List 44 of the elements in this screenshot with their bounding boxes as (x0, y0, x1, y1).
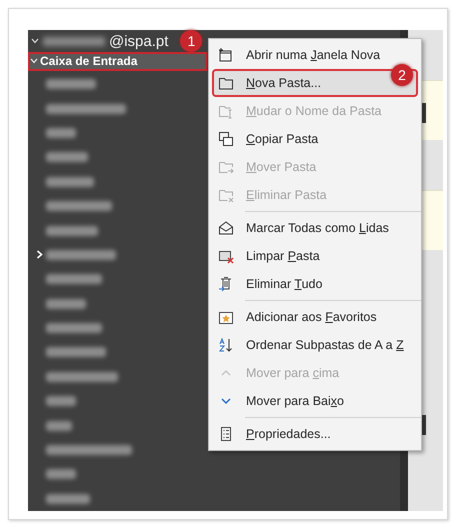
menu-item[interactable]: Adicionar aos Favoritos (212, 303, 418, 331)
new-window-icon (218, 47, 234, 63)
step-badge: 1 (180, 30, 202, 52)
delete-folder-icon (218, 187, 234, 203)
delete-all-icon (218, 276, 234, 292)
blurred-folder-name[interactable] (46, 396, 76, 406)
open-envelope-icon (218, 220, 234, 236)
menu-item[interactable]: Propriedades... (212, 420, 418, 448)
blurred-folder-name[interactable] (46, 372, 118, 382)
menu-item[interactable]: Limpar Pasta (212, 242, 418, 270)
menu-item[interactable]: Eliminar Tudo (212, 270, 418, 298)
blurred-folder-name[interactable] (46, 494, 90, 504)
chevron-down-icon[interactable] (31, 38, 39, 44)
menu-item[interactable]: Copiar Pasta (212, 125, 418, 153)
blurred-folder-name[interactable] (46, 176, 94, 187)
chevron-down-icon[interactable] (30, 58, 38, 64)
blurred-folder-name[interactable] (46, 79, 96, 90)
blurred-folder-name[interactable] (46, 128, 76, 138)
blurred-folder-name[interactable] (46, 323, 102, 334)
blurred-folder-name[interactable] (46, 445, 132, 456)
blurred-folder-name[interactable] (46, 201, 112, 212)
copy-folder-icon (218, 131, 234, 147)
blurred-folder-name[interactable] (46, 274, 102, 284)
properties-icon (218, 426, 234, 442)
blurred-folder-name[interactable] (46, 104, 126, 114)
blurred-folder-name[interactable] (46, 152, 88, 162)
blurred-folder-name[interactable] (46, 469, 76, 480)
rename-folder-icon (218, 103, 234, 119)
blurred-folder-name[interactable] (46, 420, 72, 431)
blurred-folder-name[interactable] (46, 226, 98, 236)
account-address: @ispa.pt (109, 32, 168, 50)
sort-az-icon (218, 337, 234, 353)
inbox-folder[interactable]: Caixa de Entrada (28, 52, 207, 71)
chevron-right-icon[interactable] (36, 250, 43, 260)
move-folder-icon (218, 159, 234, 175)
clean-folder-icon (218, 248, 234, 264)
favorite-folder-icon (218, 309, 234, 325)
blurred-folder-name[interactable] (46, 298, 86, 309)
menu-item[interactable]: Marcar Todas como Lidas (212, 214, 418, 242)
menu-item[interactable]: Ordenar Subpastas de A a Z (212, 331, 418, 359)
menu-item[interactable]: Mover para Baixo (212, 387, 418, 415)
folder-icon (218, 75, 234, 91)
blurred-account-name (43, 36, 105, 46)
blurred-folder-name[interactable] (46, 347, 106, 358)
